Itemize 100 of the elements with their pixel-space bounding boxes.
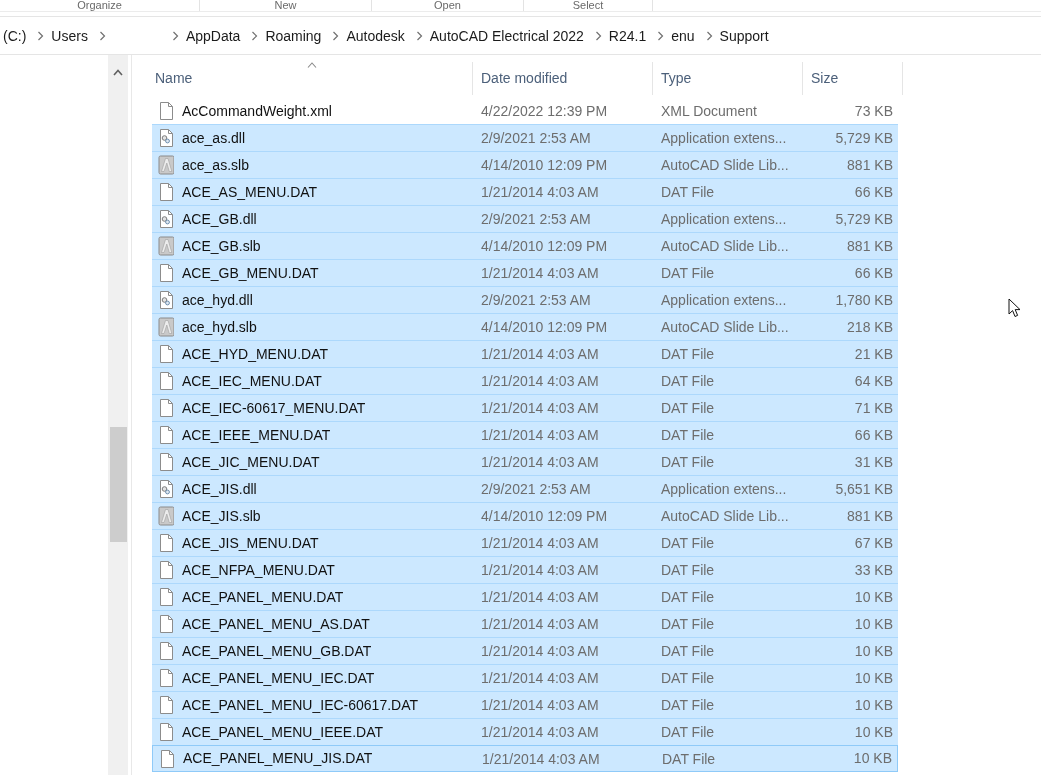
file-name: ACE_GB_MENU.DAT [182,263,319,283]
column-header[interactable]: Type [653,62,803,95]
breadcrumb-item[interactable]: Users [46,25,93,46]
file-row[interactable]: ace_as.dll 2/9/2021 2:53 AM Application extens... 5,729 KB [152,124,898,151]
file-row[interactable]: ACE_PANEL_MENU_IEC.DAT 1/21/2014 4:03 AM DAT File 10 KB [152,664,898,691]
file-row[interactable]: ace_hyd.slb 4/14/2010 12:09 PM AutoCAD Slide Lib... 218 KB [152,313,898,340]
file-size: 66 KB [854,263,893,283]
chevron-right-icon[interactable] [251,30,259,41]
file-type: Application extens... [661,481,787,497]
file-row[interactable]: ace_hyd.dll 2/9/2021 2:53 AM Application extens... 1,780 KB [152,286,898,313]
file-row[interactable]: ACE_GB.slb 4/14/2010 12:09 PM AutoCAD Slide Lib... 881 KB [152,232,898,259]
file-row[interactable]: ACE_PANEL_MENU.DAT 1/21/2014 4:03 AM DAT File 10 KB [152,583,898,610]
date-modified: 1/21/2014 4:03 AM [481,400,599,416]
document-icon [158,668,174,688]
breadcrumb-item[interactable]: AutoCAD Electrical 2022 [424,25,589,46]
breadcrumb-item[interactable]: R24.1 [603,25,652,46]
date-modified: 4/14/2010 12:09 PM [481,238,608,254]
date-modified: 4/22/2022 12:39 PM [481,103,608,119]
file-name: ACE_IEC_MENU.DAT [182,371,322,391]
file-type: AutoCAD Slide Lib... [661,238,789,254]
date-modified: 2/9/2021 2:53 AM [481,481,591,497]
file-row[interactable]: ACE_HYD_MENU.DAT 1/21/2014 4:03 AM DAT File 21 KB [152,340,898,367]
file-row[interactable]: ACE_JIS.slb 4/14/2010 12:09 PM AutoCAD Slide Lib... 881 KB [152,502,898,529]
scroll-up-icon[interactable] [113,69,123,76]
file-name: ace_hyd.slb [182,317,257,337]
column-header[interactable]: Date modified [473,62,653,95]
breadcrumb-item[interactable]: Roaming [260,25,327,46]
file-type: Application extens... [661,211,787,227]
file-row[interactable]: ACE_PANEL_MENU_JIS.DAT 1/21/2014 4:03 AM DAT File 10 KB [152,745,898,772]
date-modified: 1/21/2014 4:03 AM [481,562,599,578]
column-header[interactable]: Size [803,62,903,95]
file-row[interactable]: ACE_NFPA_MENU.DAT 1/21/2014 4:03 AM DAT File 33 KB [152,556,898,583]
file-row[interactable]: ACE_PANEL_MENU_IEEE.DAT 1/21/2014 4:03 AM DAT File 10 KB [152,718,898,745]
file-name: ACE_PANEL_MENU_AS.DAT [182,614,370,634]
ribbon-group-label: Organize [77,0,122,11]
document-icon [158,560,174,580]
logo-tile-icon [158,236,174,256]
chevron-right-icon[interactable] [705,30,713,41]
document-icon [158,695,174,715]
file-type: DAT File [661,535,715,551]
breadcrumb-item[interactable]: (C:) [0,25,32,46]
breadcrumb-item[interactable]: Autodesk [341,25,410,46]
file-row[interactable]: ACE_IEC-60617_MENU.DAT 1/21/2014 4:03 AM DAT File 71 KB [152,394,898,421]
file-size: 10 KB [854,614,893,634]
address-bar[interactable]: (C:) Users AppData Roaming Autodesk AutoCAD Electrical 2022 R24.1 enu Support [0,17,1041,55]
file-row[interactable]: ACE_AS_MENU.DAT 1/21/2014 4:03 AM DAT File 66 KB [152,178,898,205]
file-name: ACE_PANEL_MENU_GB.DAT [182,641,372,661]
file-row[interactable]: ACE_JIS_MENU.DAT 1/21/2014 4:03 AM DAT File 67 KB [152,529,898,556]
file-type: DAT File [661,184,715,200]
file-type: DAT File [661,616,715,632]
file-row[interactable]: ACE_IEC_MENU.DAT 1/21/2014 4:03 AM DAT File 64 KB [152,367,898,394]
breadcrumb-item[interactable]: AppData [180,25,246,46]
file-name: ace_as.dll [182,128,246,148]
file-row[interactable]: ACE_GB.dll 2/9/2021 2:53 AM Application extens... 5,729 KB [152,205,898,232]
file-row[interactable]: ACE_JIS.dll 2/9/2021 2:53 AM Application extens... 5,651 KB [152,475,898,502]
chevron-right-icon[interactable] [171,30,179,41]
breadcrumb-item[interactable]: enu [666,25,700,46]
ribbon-group-label: New [274,0,297,11]
file-size: 71 KB [854,398,893,418]
file-size: 1,780 KB [835,290,893,310]
date-modified: 1/21/2014 4:03 AM [481,670,599,686]
document-gears-icon [158,290,174,310]
file-type: DAT File [661,724,715,740]
chevron-right-icon[interactable] [98,30,106,41]
file-name: ACE_JIS.slb [182,506,261,526]
chevron-right-icon[interactable] [37,30,45,41]
document-icon [158,398,174,418]
file-type: AutoCAD Slide Lib... [661,508,789,524]
file-row[interactable]: ACE_IEEE_MENU.DAT 1/21/2014 4:03 AM DAT File 66 KB [152,421,898,448]
file-row[interactable]: ACE_PANEL_MENU_AS.DAT 1/21/2014 4:03 AM DAT File 10 KB [152,610,898,637]
breadcrumb-item[interactable]: Support [714,25,774,46]
file-row[interactable]: ACE_PANEL_MENU_IEC-60617.DAT 1/21/2014 4:03 AM DAT File 10 KB [152,691,898,718]
file-name: ACE_PANEL_MENU_JIS.DAT [183,749,373,768]
scrollbar-thumb[interactable] [109,427,127,542]
file-row[interactable]: ace_as.slb 4/14/2010 12:09 PM AutoCAD Slide Lib... 881 KB [152,151,898,178]
file-name: ACE_GB.dll [182,209,257,229]
file-row[interactable]: ACE_PANEL_MENU_GB.DAT 1/21/2014 4:03 AM DAT File 10 KB [152,637,898,664]
date-modified: 2/9/2021 2:53 AM [481,292,591,308]
document-icon [158,263,174,283]
column-header[interactable]: Name [152,62,473,95]
date-modified: 2/9/2021 2:53 AM [481,211,591,227]
chevron-right-icon[interactable] [657,30,665,41]
file-row[interactable]: ACE_GB_MENU.DAT 1/21/2014 4:03 AM DAT File 66 KB [152,259,898,286]
file-row[interactable]: AcCommandWeight.xml 4/22/2022 12:39 PM XML Document 73 KB [152,97,898,124]
file-type: DAT File [661,562,715,578]
document-icon [158,641,174,661]
file-type: AutoCAD Slide Lib... [661,157,789,173]
document-gears-icon [158,128,174,148]
document-icon [158,587,174,607]
chevron-right-icon[interactable] [332,30,340,41]
document-icon [158,722,174,742]
file-row[interactable]: ACE_JIC_MENU.DAT 1/21/2014 4:03 AM DAT File 31 KB [152,448,898,475]
date-modified: 1/21/2014 4:03 AM [481,643,599,659]
date-modified: 1/21/2014 4:03 AM [481,265,599,281]
chevron-right-icon[interactable] [415,30,423,41]
file-type: DAT File [661,589,715,605]
chevron-right-icon[interactable] [594,30,602,41]
file-size: 33 KB [854,560,893,580]
logo-tile-icon [158,506,174,526]
date-modified: 2/9/2021 2:53 AM [481,130,591,146]
